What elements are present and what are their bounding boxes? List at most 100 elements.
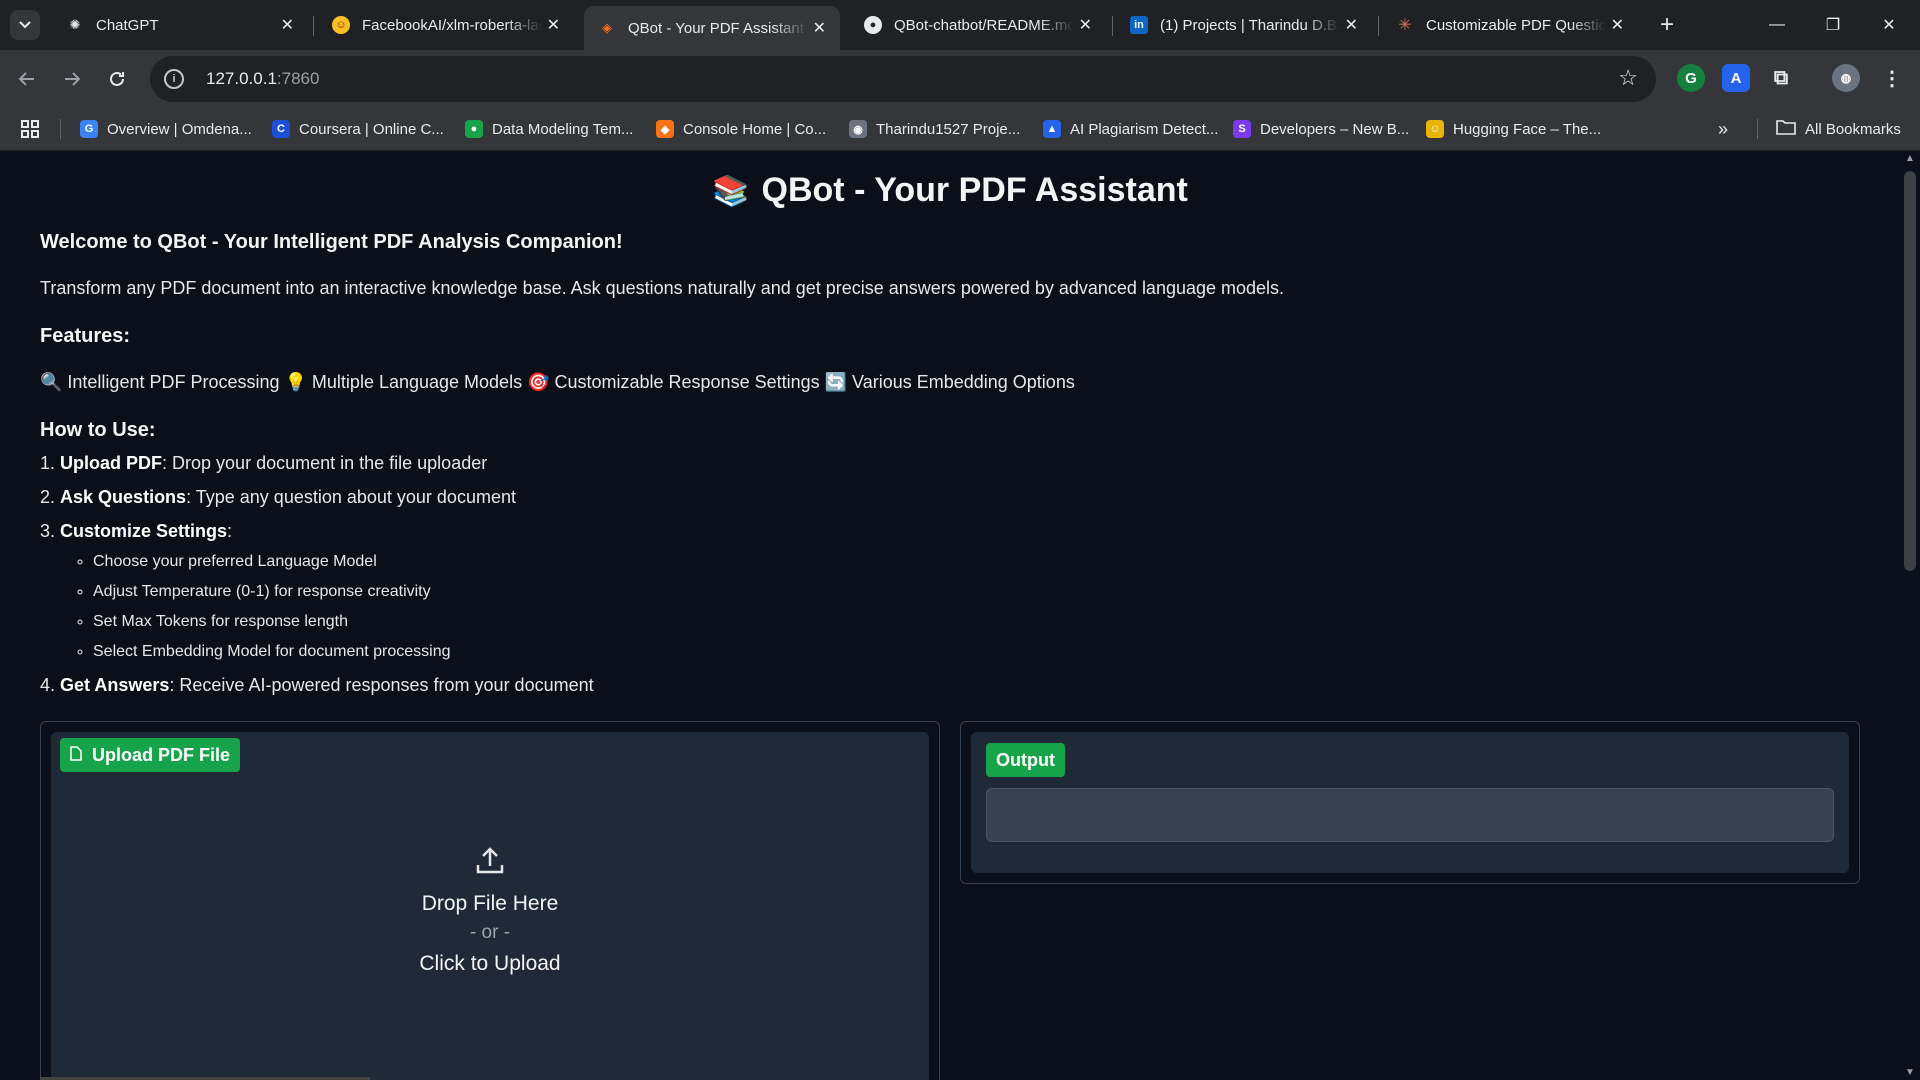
- close-tab-icon[interactable]: ✕: [547, 15, 560, 35]
- new-tab-button[interactable]: +: [1652, 10, 1682, 40]
- tab-github[interactable]: ● QBot-chatbot/README.md ✕: [850, 8, 1106, 42]
- close-tab-icon[interactable]: ✕: [1611, 15, 1624, 35]
- bookmark-favicon-icon: ◉: [849, 120, 867, 138]
- page-title-text: QBot - Your PDF Assistant: [761, 171, 1188, 209]
- output-textarea[interactable]: [986, 788, 1834, 842]
- address-url[interactable]: 127.0.0.1:7860: [206, 69, 319, 89]
- intro-text: Transform any PDF document into an inter…: [40, 278, 1285, 298]
- click-to-upload-text: Click to Upload: [419, 952, 561, 975]
- bookmark-item[interactable]: G Overview | Omdena...: [80, 116, 252, 142]
- bookmark-favicon-icon: ◆: [656, 120, 674, 138]
- more-bookmarks-chevron-icon[interactable]: »: [1718, 116, 1728, 142]
- upload-icon: [51, 845, 929, 880]
- restore-button[interactable]: ❐: [1810, 0, 1856, 50]
- tab-claude[interactable]: ✳ Customizable PDF Question ✕: [1382, 8, 1638, 42]
- linkedin-icon: in: [1130, 16, 1148, 34]
- arrow-left-icon: [18, 72, 34, 86]
- close-tab-icon[interactable]: ✕: [813, 18, 826, 38]
- bookmark-item[interactable]: ◆ Console Home | Co...: [656, 116, 826, 142]
- step-answers: 4. Get Answers: Receive AI-powered respo…: [40, 675, 594, 695]
- reload-button[interactable]: [100, 62, 134, 96]
- settings-list: Choose your preferred Language Model Adj…: [40, 547, 451, 667]
- tab-qbot[interactable]: ◈ QBot - Your PDF Assistant ✕: [584, 6, 840, 50]
- browser-toolbar: i 127.0.0.1:7860 ☆ G A ⧉ ◍ ⋮: [0, 50, 1920, 108]
- page-title: 📚 QBot - Your PDF Assistant: [0, 171, 1900, 210]
- list-item: Select Embedding Model for document proc…: [93, 637, 451, 667]
- bookmark-star-icon[interactable]: ☆: [1618, 65, 1638, 91]
- site-info-icon[interactable]: i: [164, 69, 184, 89]
- tab-separator: [1378, 16, 1379, 36]
- bookmark-item[interactable]: ☺ Hugging Face – The...: [1426, 116, 1601, 142]
- bookmark-label: Tharindu1527 Proje...: [876, 120, 1021, 138]
- forward-button[interactable]: [55, 62, 89, 96]
- tab-separator: [313, 16, 314, 36]
- bookmark-separator: [1757, 119, 1758, 139]
- apps-grid-icon[interactable]: [20, 116, 40, 142]
- bookmark-favicon-icon: ☺: [1426, 120, 1444, 138]
- step-customize: 3. Customize Settings:: [40, 521, 233, 541]
- bookmarks-bar: G Overview | Omdena... C Coursera | Online …: [0, 108, 1920, 151]
- page-viewport: 📚 QBot - Your PDF Assistant Welcome to QB…: [0, 151, 1900, 1080]
- all-bookmarks-label: All Bookmarks: [1805, 120, 1901, 138]
- features-line: 🔍 Intelligent PDF Processing 💡 Multiple …: [40, 372, 1075, 392]
- translate-extension-icon[interactable]: A: [1722, 64, 1750, 92]
- bookmark-label: Console Home | Co...: [683, 120, 827, 138]
- bookmark-label: Data Modeling Tem...: [492, 120, 634, 138]
- bookmark-item[interactable]: ● Data Modeling Tem...: [465, 116, 633, 142]
- extensions-puzzle-icon[interactable]: ⧉: [1767, 64, 1795, 92]
- grammarly-icon[interactable]: G: [1677, 64, 1705, 92]
- bookmark-favicon-icon: G: [80, 120, 98, 138]
- bookmark-favicon-icon: ●: [465, 120, 483, 138]
- all-bookmarks-button[interactable]: All Bookmarks: [1776, 116, 1901, 142]
- list-item: Adjust Temperature (0-1) for response cr…: [93, 577, 451, 607]
- scrollbar-thumb[interactable]: [1904, 171, 1916, 571]
- tab-search-button[interactable]: [10, 10, 40, 40]
- browser-menu-icon[interactable]: ⋮: [1878, 64, 1906, 92]
- github-icon: ●: [864, 16, 882, 34]
- tab-linkedin[interactable]: in (1) Projects | Tharindu D.Bandara ✕: [1116, 8, 1372, 42]
- output-panel: Output: [960, 721, 1860, 884]
- scroll-down-arrow-icon[interactable]: ▼: [1900, 1067, 1920, 1078]
- welcome-heading: Welcome to QBot - Your Intelligent PDF A…: [40, 231, 623, 253]
- list-item: Choose your preferred Language Model: [93, 547, 451, 577]
- tab-title: FacebookAI/xlm-roberta-large: [362, 16, 542, 34]
- hugging-face-icon: ☺: [332, 16, 350, 34]
- minimize-button[interactable]: —: [1754, 0, 1800, 50]
- profile-avatar[interactable]: ◍: [1832, 64, 1860, 92]
- bookmark-favicon-icon: C: [272, 120, 290, 138]
- gradio-icon: ◈: [602, 20, 612, 35]
- close-tab-icon[interactable]: ✕: [1345, 15, 1358, 35]
- close-window-button[interactable]: ✕: [1866, 0, 1912, 50]
- bookmark-label: Coursera | Online C...: [299, 120, 444, 138]
- or-text: - or -: [469, 922, 511, 943]
- arrow-right-icon: [65, 72, 81, 86]
- bookmark-item[interactable]: C Coursera | Online C...: [272, 116, 444, 142]
- bookmark-item[interactable]: S Developers – New B...: [1233, 116, 1409, 142]
- scroll-up-arrow-icon[interactable]: ▲: [1900, 153, 1920, 164]
- bookmark-item[interactable]: ▲ AI Plagiarism Detect...: [1043, 116, 1218, 142]
- upload-dropzone[interactable]: Upload PDF File Drop File Here - or - Cl…: [51, 732, 929, 1080]
- output-container: Output: [971, 732, 1849, 873]
- bookmark-label: AI Plagiarism Detect...: [1070, 120, 1219, 138]
- close-tab-icon[interactable]: ✕: [281, 15, 294, 35]
- tab-separator: [1112, 16, 1113, 36]
- drop-file-text: Drop File Here: [421, 892, 559, 915]
- tab-huggingface[interactable]: ☺ FacebookAI/xlm-roberta-large ✕: [318, 8, 574, 42]
- folder-icon: [1776, 119, 1796, 139]
- address-bar[interactable]: i 127.0.0.1:7860 ☆: [150, 56, 1656, 102]
- grid-icon: [21, 120, 39, 138]
- bookmark-item[interactable]: ◉ Tharindu1527 Proje...: [849, 116, 1020, 142]
- chevron-down-icon: [19, 21, 31, 29]
- output-label: Output: [986, 743, 1065, 777]
- back-button[interactable]: [10, 62, 44, 96]
- bookmark-label: Developers – New B...: [1260, 120, 1410, 138]
- chatgpt-icon: ✺: [69, 17, 81, 32]
- close-tab-icon[interactable]: ✕: [1079, 15, 1092, 35]
- tab-strip: ✺ ChatGPT ✕ ☺ FacebookAI/xlm-roberta-lar…: [0, 0, 1920, 50]
- tab-title: (1) Projects | Tharindu D.Bandara: [1160, 16, 1340, 34]
- reload-icon: [110, 71, 124, 86]
- upload-label: Upload PDF File: [60, 738, 241, 772]
- page-scrollbar[interactable]: ▲ ▼: [1900, 151, 1920, 1080]
- tab-title: Customizable PDF Question: [1426, 16, 1606, 34]
- tab-chatgpt[interactable]: ✺ ChatGPT ✕: [52, 8, 308, 42]
